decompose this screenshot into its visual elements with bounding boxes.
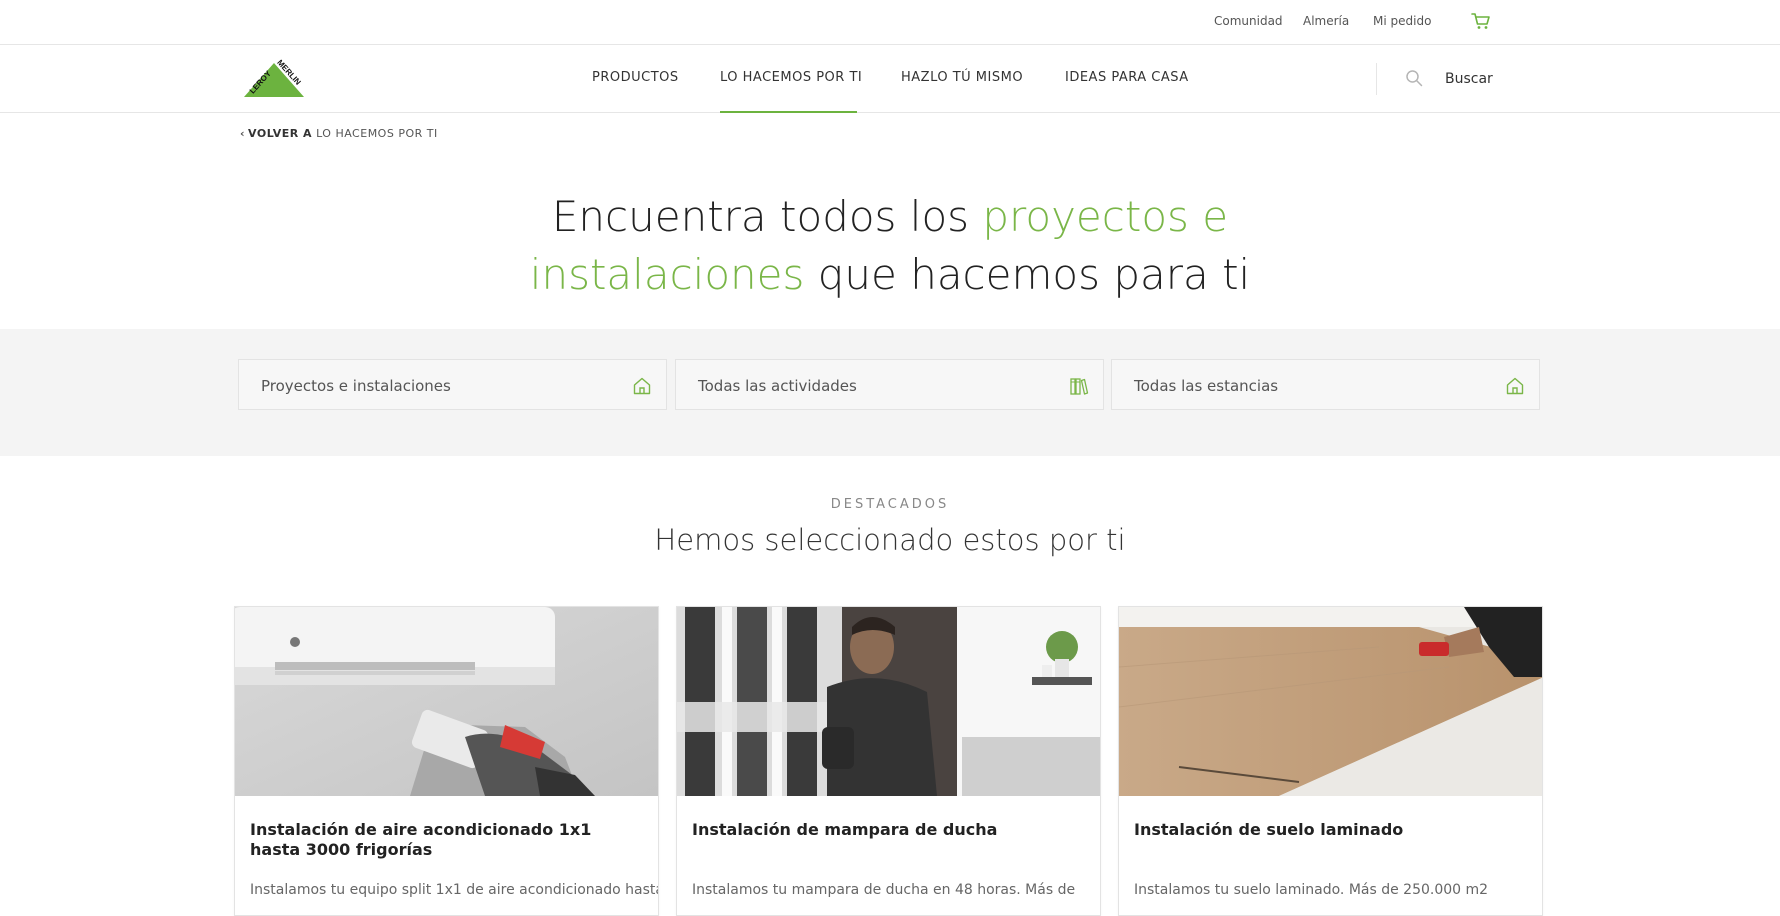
- house-icon: [633, 377, 651, 395]
- card-description: Instalamos tu equipo split 1x1 de aire a…: [250, 882, 659, 898]
- card-title[interactable]: Instalación de mampara de ducha: [692, 820, 1087, 840]
- utility-bar: Comunidad Almería Mi pedido: [0, 0, 1780, 45]
- service-card-laminate-floor[interactable]: Instalación de suelo laminado Instalamos…: [1118, 606, 1543, 916]
- card-title[interactable]: Instalación de aire acondicionado 1x1 ha…: [250, 820, 645, 860]
- nav-divider: [1376, 63, 1377, 95]
- my-order-link[interactable]: Mi pedido: [1373, 14, 1431, 28]
- store-location-link[interactable]: Almería: [1303, 14, 1349, 28]
- nav-lo-hacemos-por-ti[interactable]: LO HACEMOS POR TI: [720, 70, 862, 85]
- featured-eyebrow: DESTACADOS: [830, 497, 950, 512]
- chevron-left-icon: ‹: [240, 127, 246, 140]
- books-icon: [1070, 378, 1089, 395]
- house-icon: [1506, 377, 1524, 395]
- search-button[interactable]: Buscar: [1445, 71, 1493, 87]
- card-description: Instalamos tu suelo laminado. Más de 250…: [1134, 882, 1489, 898]
- laminate-floor-photo: [1119, 607, 1542, 796]
- active-nav-indicator: [720, 111, 857, 113]
- leroy-merlin-logo[interactable]: LEROY MERLIN: [242, 57, 306, 101]
- featured-title: Hemos seleccionado estos por ti: [654, 523, 1126, 557]
- service-card-air-conditioning[interactable]: Instalación de aire acondicionado 1x1 ha…: [234, 606, 659, 916]
- page-title: Encuentra todos los proyectos e instalac…: [0, 188, 1780, 304]
- back-link[interactable]: ‹ VOLVER A LO HACEMOS POR TI: [240, 127, 438, 140]
- back-prefix: VOLVER A: [248, 127, 313, 140]
- community-link[interactable]: Comunidad: [1214, 14, 1283, 28]
- service-card-shower-screen[interactable]: Instalación de mampara de ducha Instalam…: [676, 606, 1101, 916]
- card-description: Instalamos tu mampara de ducha en 48 hor…: [692, 882, 1076, 898]
- filter-rooms-select[interactable]: Todas las estancias: [1111, 359, 1540, 410]
- air-conditioner-photo: [235, 607, 658, 796]
- filter-activities-label: Todas las actividades: [698, 377, 857, 395]
- shower-screen-photo: [677, 607, 1100, 796]
- filter-projects-label: Proyectos e instalaciones: [261, 377, 451, 395]
- hero-text-2: que hacemos para ti: [804, 250, 1251, 299]
- cart-icon[interactable]: [1471, 12, 1491, 30]
- nav-hazlo-tu-mismo[interactable]: HAZLO TÚ MISMO: [901, 70, 1023, 85]
- main-nav: LEROY MERLIN PRODUCTOS LO HACEMOS POR TI…: [0, 45, 1780, 113]
- filter-rooms-label: Todas las estancias: [1134, 377, 1279, 395]
- hero-text-1: Encuentra todos los: [551, 192, 983, 241]
- card-title[interactable]: Instalación de suelo laminado: [1134, 820, 1529, 840]
- hero-highlight-1: proyectos e: [982, 192, 1229, 241]
- search-icon[interactable]: [1405, 69, 1423, 87]
- back-target: LO HACEMOS POR TI: [316, 127, 438, 140]
- filter-projects-select[interactable]: Proyectos e instalaciones: [238, 359, 667, 410]
- hero-highlight-2: instalaciones: [529, 250, 805, 299]
- nav-productos[interactable]: PRODUCTOS: [592, 70, 679, 85]
- filter-band: Proyectos e instalaciones Todas las acti…: [0, 329, 1780, 456]
- filter-activities-select[interactable]: Todas las actividades: [675, 359, 1104, 410]
- nav-ideas-para-casa[interactable]: IDEAS PARA CASA: [1065, 70, 1189, 85]
